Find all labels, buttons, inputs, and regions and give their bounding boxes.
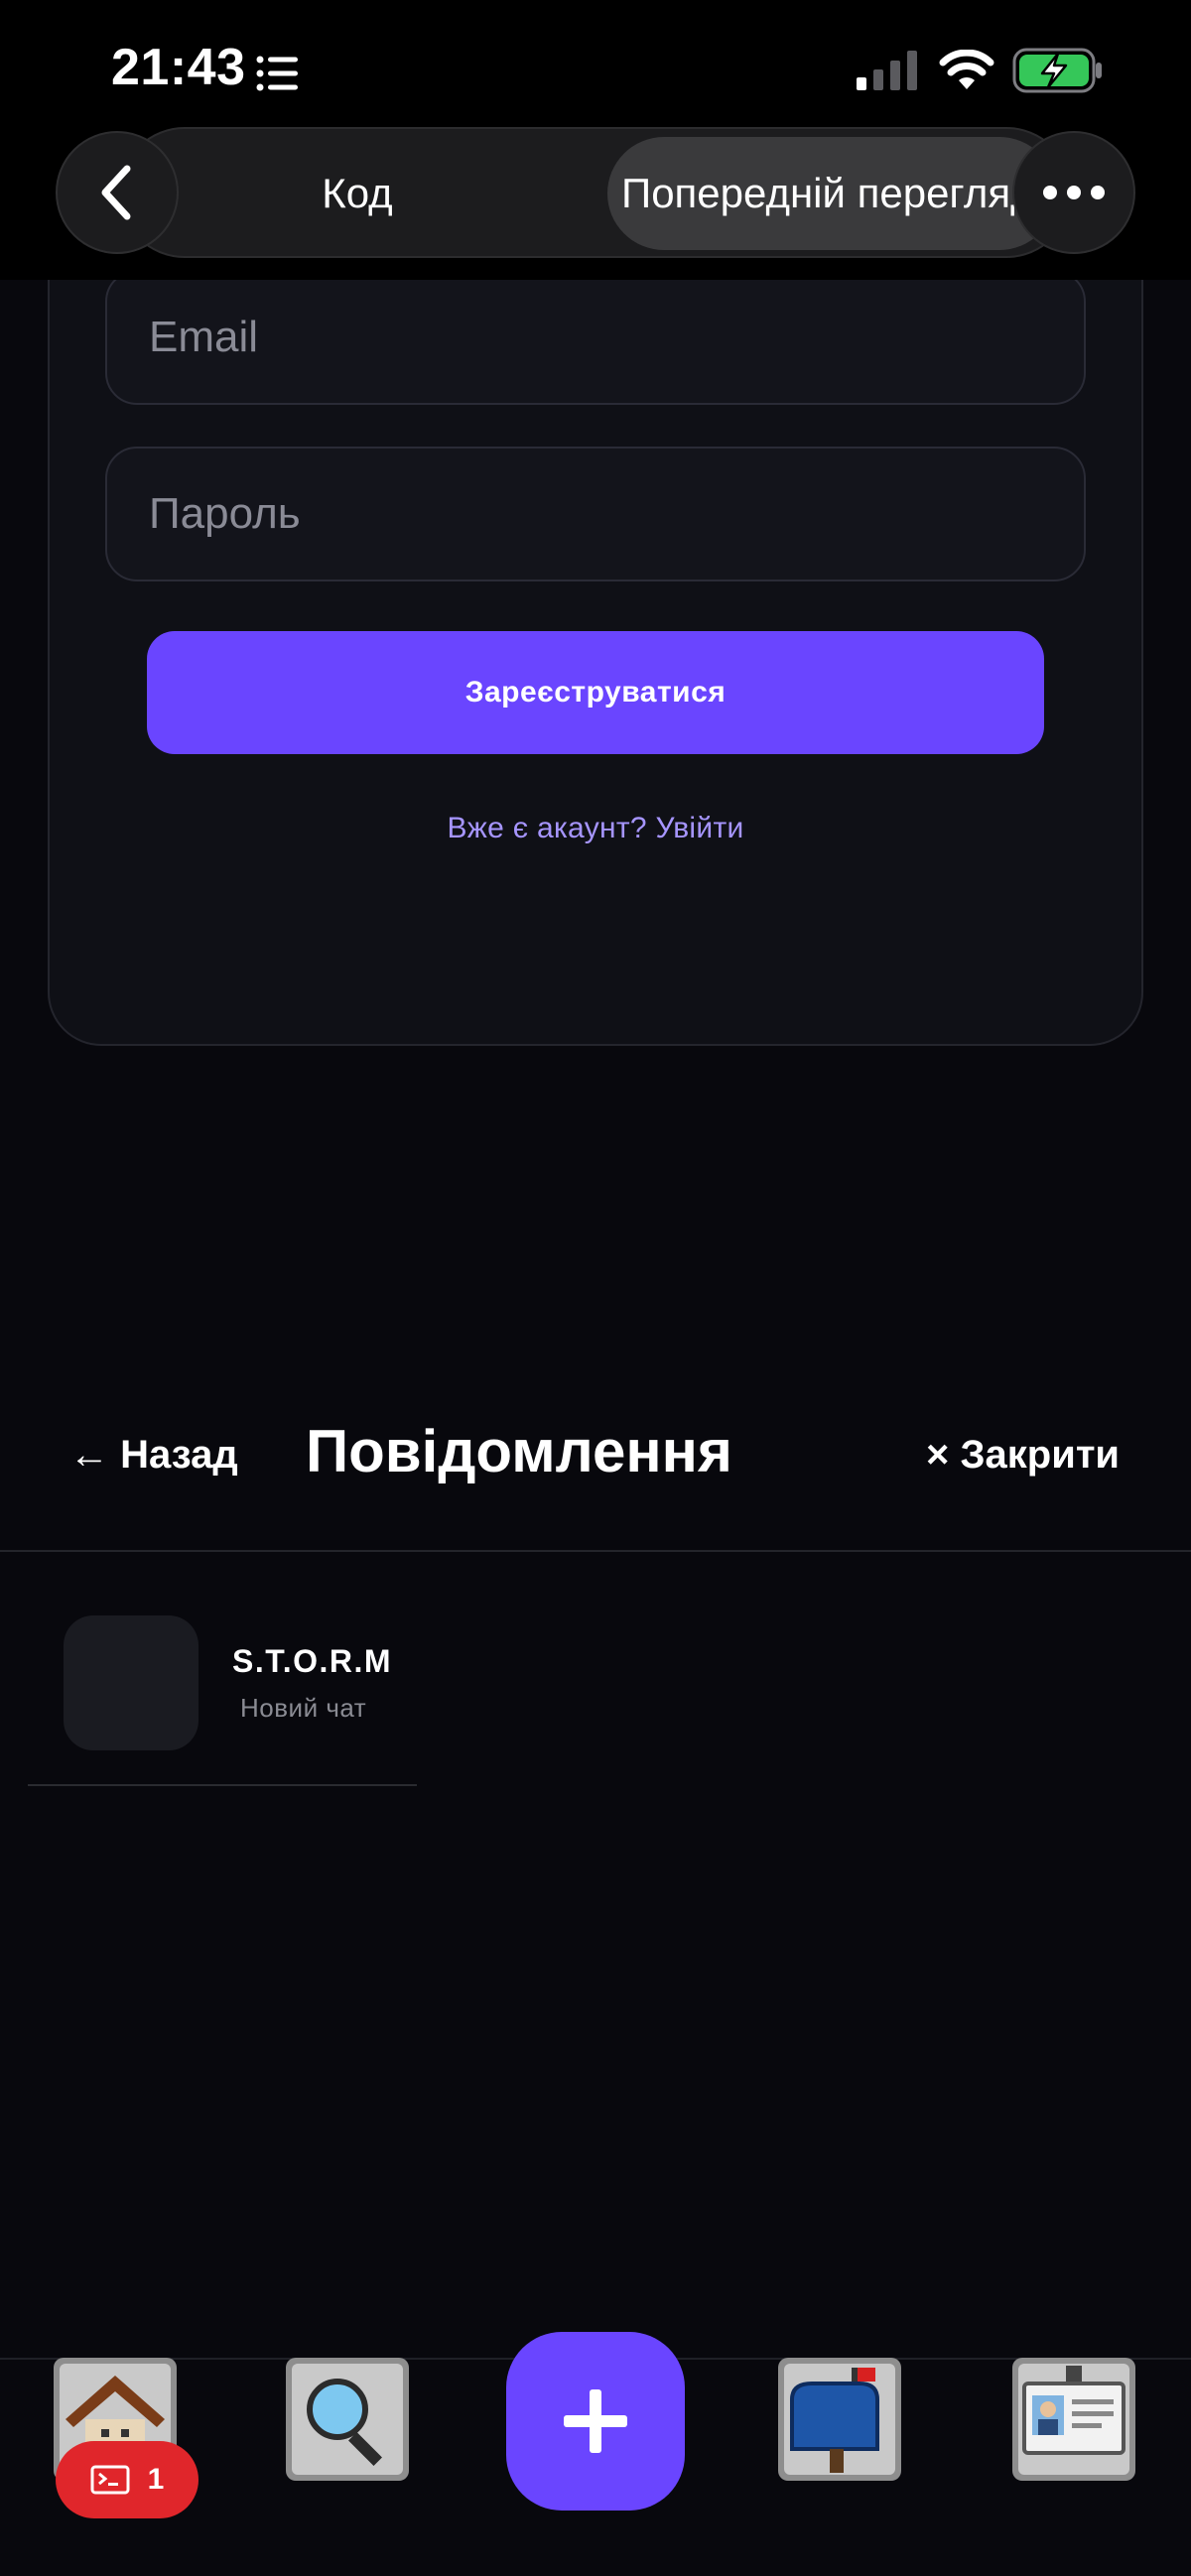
status-time: 21:43 [111, 39, 246, 96]
mailbox-icon[interactable] [774, 2354, 905, 2485]
email-field[interactable]: Email [105, 270, 1086, 405]
more-dot [1067, 186, 1081, 199]
password-field[interactable]: Пароль [105, 447, 1086, 581]
cellular-signal-icon [857, 51, 917, 90]
create-button[interactable] [506, 2332, 685, 2511]
top-bar: 21:43 Код Попередній перегляд [0, 0, 1191, 280]
back-button[interactable] [56, 131, 179, 254]
id-card-icon[interactable] [1008, 2354, 1139, 2485]
chat-divider [28, 1784, 417, 1786]
terminal-icon [90, 2465, 130, 2495]
terminal-badge-count: 1 [147, 2463, 165, 2496]
chat-name: S.T.O.R.M [232, 1643, 393, 1679]
chat-subtitle: Новий чат [240, 1693, 367, 1723]
wifi-icon [939, 50, 994, 89]
login-link[interactable]: Вже є акаунт? Увійти [0, 812, 1191, 845]
battery-charging-icon [1012, 48, 1102, 93]
header-divider [0, 1550, 1191, 1552]
more-dot [1091, 186, 1105, 199]
search-icon[interactable] [282, 2354, 413, 2485]
chevron-left-icon [101, 165, 131, 220]
plus-icon [564, 2389, 627, 2453]
register-button[interactable]: Зареєструватися [147, 631, 1044, 754]
terminal-badge[interactable]: 1 [56, 2441, 198, 2518]
messages-back-button[interactable]: ← Назад [69, 1433, 238, 1478]
list-icon [256, 56, 298, 91]
more-button[interactable] [1012, 131, 1135, 254]
tab-preview[interactable]: Попередній перегляд [607, 137, 1056, 250]
tab-code[interactable]: Код [258, 159, 457, 228]
avatar [64, 1615, 198, 1750]
more-dot [1043, 186, 1057, 199]
close-button[interactable]: × Закрити [926, 1433, 1120, 1478]
page-title: Повідомлення [306, 1418, 732, 1484]
